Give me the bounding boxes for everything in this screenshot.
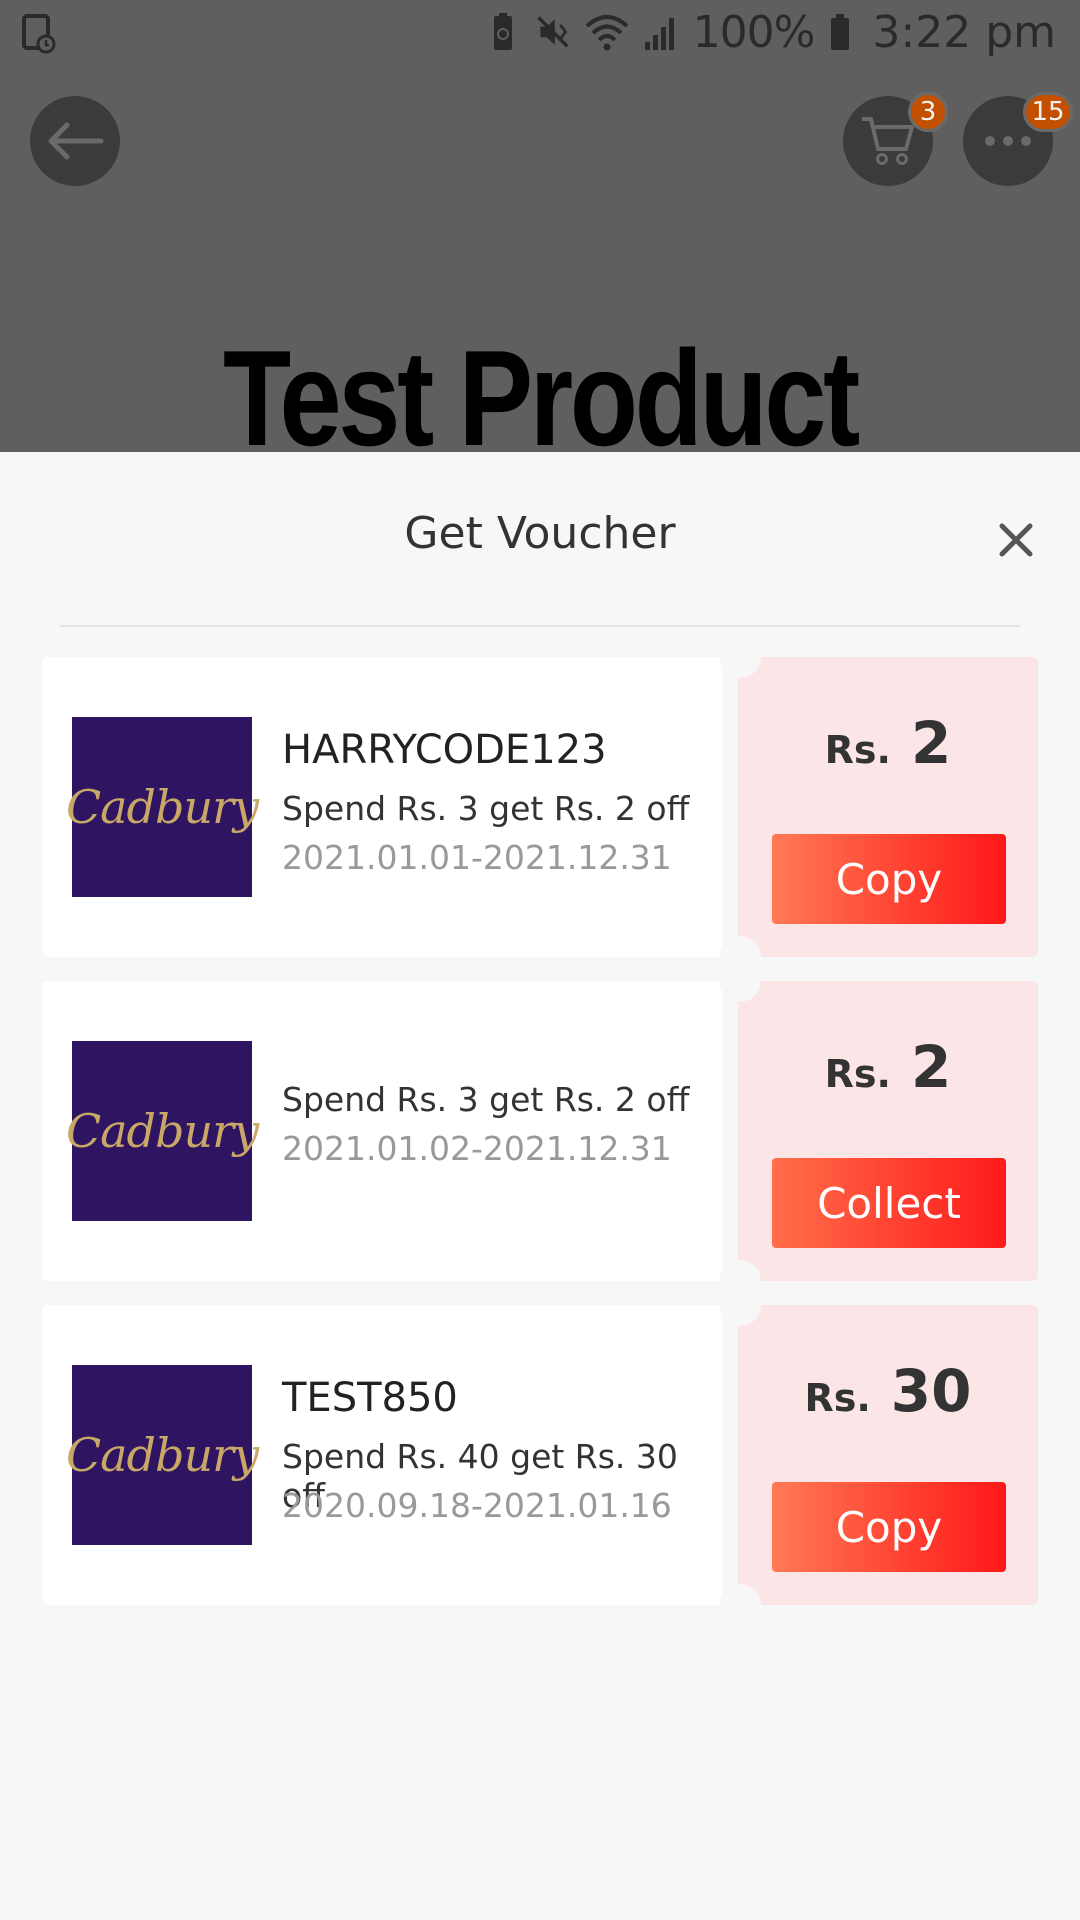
back-arrow-icon — [48, 122, 104, 160]
sheet-title: Get Voucher — [404, 508, 676, 559]
close-icon — [999, 523, 1033, 557]
voucher-info: Cadbury HARRYCODE123 Spend Rs. 3 get Rs.… — [42, 657, 722, 957]
divider — [60, 625, 1020, 627]
product-title-banner: Test Product — [223, 322, 860, 452]
currency-label: Rs. — [804, 1376, 871, 1420]
voucher-code-text: HARRYCODE123 — [282, 727, 607, 773]
voucher-amount: Rs. 2 — [738, 709, 1038, 777]
amount-value: 2 — [910, 1033, 952, 1101]
brand-logo-text: Cadbury — [65, 1428, 259, 1482]
recycle-battery-icon — [493, 13, 512, 50]
voucher-code-text: TEST850 — [282, 1375, 458, 1421]
brand-logo-text: Cadbury — [65, 1104, 259, 1158]
voucher-amount-panel: Rs. 30 Copy — [738, 1305, 1038, 1605]
amount-value: 2 — [910, 709, 952, 777]
voucher-code: HARRYCODE123 — [282, 727, 607, 773]
ticket-notch — [719, 1284, 761, 1326]
voucher-amount-panel: Rs. 2 Collect — [738, 981, 1038, 1281]
voucher-amount: Rs. 30 — [738, 1357, 1038, 1425]
background-product-page: 100% 3:22 pm 3 15 Test Product — [0, 0, 1080, 452]
more-dots-icon — [985, 136, 1031, 146]
voucher-info: Cadbury TEST850 Spend Rs. 40 get Rs. 30 … — [42, 1305, 722, 1605]
ticket-notch — [719, 636, 761, 678]
voucher-card: Cadbury Spend Rs. 3 get Rs. 2 off 2021.0… — [42, 960, 1038, 1302]
voucher-card: Cadbury HARRYCODE123 Spend Rs. 3 get Rs.… — [42, 636, 1038, 978]
signal-icon — [644, 18, 674, 50]
cart-icon — [862, 117, 914, 165]
copy-button[interactable]: Copy — [772, 834, 1006, 924]
voucher-description: Spend Rs. 3 get Rs. 2 off — [282, 1080, 690, 1119]
battery-percent: 100% — [692, 6, 816, 58]
brand-logo: Cadbury — [66, 1365, 259, 1545]
ticket-notch — [719, 960, 761, 1002]
brand-logo: Cadbury — [66, 1041, 259, 1221]
copy-button[interactable]: Copy — [772, 1482, 1006, 1572]
battery-icon — [831, 14, 850, 50]
more-count-badge: 15 — [1023, 92, 1073, 132]
status-time: 3:22 pm — [872, 6, 1056, 58]
screen-record-icon — [22, 14, 56, 54]
ticket-notch — [719, 1584, 761, 1626]
collect-button[interactable]: Collect — [772, 1158, 1006, 1248]
voucher-code: TEST850 — [282, 1375, 458, 1421]
voucher-sheet: Get Voucher Cadbury HARRYCODE123 Spend R… — [0, 452, 1080, 1920]
status-bar: 100% 3:22 pm — [0, 0, 1080, 64]
voucher-card: Cadbury TEST850 Spend Rs. 40 get Rs. 30 … — [42, 1284, 1038, 1626]
back-button[interactable] — [30, 96, 120, 186]
currency-label: Rs. — [824, 1052, 891, 1096]
brand-logo-text: Cadbury — [65, 780, 259, 834]
currency-label: Rs. — [824, 728, 891, 772]
wifi-icon — [585, 15, 628, 51]
amount-value: 30 — [890, 1357, 972, 1425]
brand-logo: Cadbury — [66, 717, 259, 897]
voucher-info: Cadbury Spend Rs. 3 get Rs. 2 off 2021.0… — [42, 981, 722, 1281]
voucher-amount: Rs. 2 — [738, 1033, 1038, 1101]
mute-vibrate-icon — [536, 16, 569, 48]
cart-count-badge: 3 — [908, 92, 948, 132]
voucher-amount-panel: Rs. 2 Copy — [738, 657, 1038, 957]
voucher-validity: 2020.09.18-2021.01.16 — [282, 1486, 672, 1525]
voucher-validity: 2021.01.02-2021.12.31 — [282, 1129, 672, 1168]
voucher-validity: 2021.01.01-2021.12.31 — [282, 838, 672, 877]
voucher-description: Spend Rs. 3 get Rs. 2 off — [282, 789, 690, 828]
close-button[interactable] — [990, 514, 1042, 566]
